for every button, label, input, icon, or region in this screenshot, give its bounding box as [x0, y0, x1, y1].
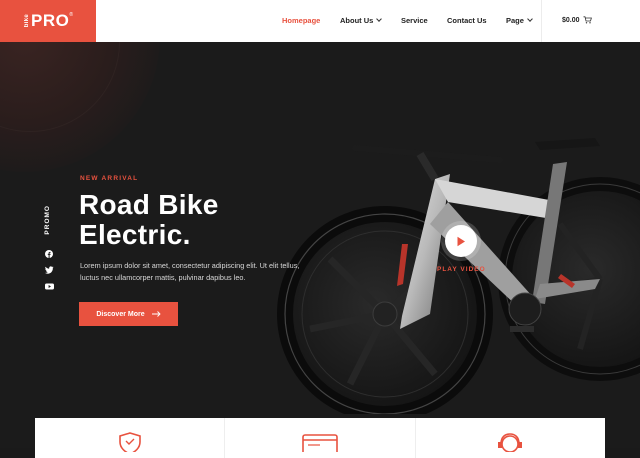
discover-more-button[interactable]: Discover More: [79, 302, 178, 326]
play-icon: [457, 236, 465, 246]
feature-cards: [35, 418, 605, 458]
facebook-icon[interactable]: [44, 249, 54, 259]
nav-item-service[interactable]: Service: [401, 16, 428, 25]
play-video-button[interactable]: [445, 225, 477, 257]
header-divider: [541, 0, 542, 42]
logo[interactable]: bike PRO ®: [0, 0, 96, 42]
logo-small-text: bike: [24, 14, 30, 28]
hero-description: Lorem ipsum dolor sit amet, consectetur …: [80, 261, 300, 282]
feature-card: [416, 418, 605, 458]
card-icon: [302, 434, 338, 452]
hero-title-line-1: Road Bike: [79, 189, 219, 220]
nav-item-about-us[interactable]: About Us: [340, 16, 383, 25]
shield-icon: [118, 432, 141, 452]
cart-total: $0.00: [562, 16, 580, 24]
nav-item-page[interactable]: Page: [506, 16, 533, 25]
hero-eyebrow: NEW ARRIVAL: [80, 175, 139, 182]
feature-card: [225, 418, 416, 458]
logo-main-text: PRO: [31, 11, 70, 30]
hero-title: Road Bike Electric.: [79, 190, 219, 250]
logo-registered-mark: ®: [69, 12, 74, 18]
nav-item-homepage[interactable]: Homepage: [282, 16, 320, 25]
site-header: bike PRO ® Homepage About Us Service Con…: [0, 0, 640, 42]
discover-more-label: Discover More: [96, 310, 145, 318]
support-icon: [498, 433, 523, 452]
nav-item-label: Page: [506, 16, 524, 25]
chevron-down-icon: [376, 16, 383, 22]
hero-section: PROMO NEW ARRIVAL Road Bike Electric. Lo…: [0, 42, 640, 448]
youtube-icon[interactable]: [44, 281, 54, 291]
cart-button[interactable]: $0.00: [562, 16, 592, 24]
cart-icon: [583, 16, 592, 24]
twitter-icon[interactable]: [44, 265, 54, 275]
hero-title-line-2: Electric.: [79, 219, 191, 250]
nav-item-contact-us[interactable]: Contact Us: [447, 16, 487, 25]
arrow-right-icon: [151, 311, 161, 317]
nav-item-label: About Us: [340, 16, 374, 25]
promo-label: PROMO: [44, 205, 51, 235]
feature-card: [35, 418, 226, 458]
chevron-down-icon: [527, 16, 533, 22]
play-video-label[interactable]: PLAY VIDEO: [437, 266, 486, 273]
